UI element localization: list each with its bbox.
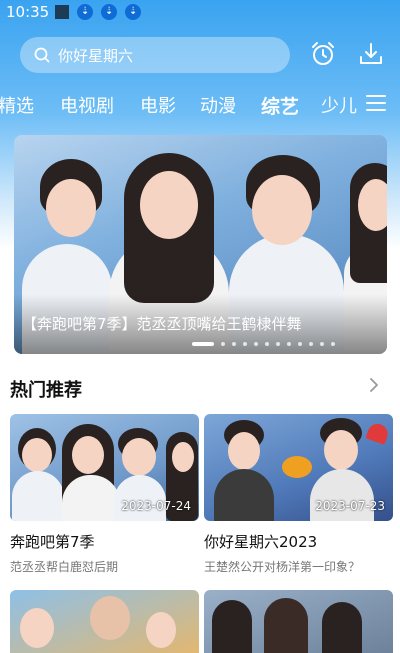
video-title: 你好星期六2023 bbox=[204, 533, 318, 551]
video-thumbnail[interactable] bbox=[10, 590, 199, 653]
video-subtitle: 范丞丞帮白鹿怼后期 bbox=[10, 560, 119, 574]
pagination-dot bbox=[298, 342, 302, 346]
video-thumbnail[interactable]: 2023-07-24 bbox=[10, 414, 199, 521]
video-subtitle: 王楚然公开对杨洋第一印象？ bbox=[204, 560, 361, 574]
video-card[interactable]: 2023-07-24 奔跑吧第7季 范丞丞帮白鹿怼后期 bbox=[10, 414, 199, 575]
pagination-dot bbox=[309, 342, 313, 346]
featured-banner[interactable]: 【奔跑吧第7季】范丞丞顶嘴给王鹤棣伴舞 bbox=[14, 135, 387, 354]
pagination-dot bbox=[243, 342, 247, 346]
download-notification-icon: ⇣ bbox=[125, 4, 142, 20]
pagination-dot bbox=[232, 342, 236, 346]
pagination-dot bbox=[192, 342, 214, 346]
pagination-dot bbox=[254, 342, 258, 346]
banner-image bbox=[252, 175, 312, 245]
download-icon[interactable] bbox=[357, 40, 385, 68]
video-thumbnail[interactable]: 2023-07-23 bbox=[204, 414, 393, 521]
banner-pagination bbox=[192, 342, 342, 346]
download-notification-icon: ⇣ bbox=[77, 4, 94, 20]
video-thumbnail[interactable] bbox=[204, 590, 393, 653]
tab-zongyi[interactable]: 综艺 bbox=[261, 92, 299, 119]
pagination-dot bbox=[287, 342, 291, 346]
video-title: 奔跑吧第7季 bbox=[10, 533, 95, 551]
menu-icon[interactable] bbox=[366, 95, 386, 113]
banner-image bbox=[46, 179, 96, 237]
search-icon bbox=[34, 47, 50, 63]
search-bar[interactable]: 你好星期六 bbox=[20, 37, 290, 73]
chevron-right-icon[interactable] bbox=[368, 377, 380, 393]
tab-dongman[interactable]: 动漫 bbox=[200, 92, 236, 118]
video-date: 2023-07-23 bbox=[315, 499, 385, 513]
video-date: 2023-07-24 bbox=[121, 499, 191, 513]
search-text: 你好星期六 bbox=[58, 46, 134, 65]
section-title: 热门推荐 bbox=[10, 380, 82, 401]
category-tabs: 精选 电视剧 电影 动漫 综艺 少儿 bbox=[0, 88, 400, 122]
tab-dianying[interactable]: 电影 bbox=[140, 92, 176, 118]
tab-shaoer[interactable]: 少儿 bbox=[321, 92, 357, 118]
download-notification-icon: ⇣ bbox=[101, 4, 118, 20]
banner-caption: 【奔跑吧第7季】范丞丞顶嘴给王鹤棣伴舞 bbox=[22, 315, 302, 333]
tab-jingxuan[interactable]: 精选 bbox=[0, 92, 34, 118]
status-time: 10:35 bbox=[6, 3, 50, 21]
app-notification-icon bbox=[55, 5, 70, 19]
banner-image bbox=[140, 171, 198, 239]
pagination-dot bbox=[331, 342, 335, 346]
pagination-dot bbox=[265, 342, 269, 346]
pagination-dot bbox=[221, 342, 225, 346]
pagination-dot bbox=[320, 342, 324, 346]
status-bar: 10:35 ⇣ ⇣ ⇣ bbox=[0, 0, 400, 24]
alarm-clock-icon[interactable] bbox=[309, 40, 337, 68]
video-card[interactable]: 2023-07-23 你好星期六2023 王楚然公开对杨洋第一印象？ bbox=[204, 414, 393, 575]
pagination-dot bbox=[276, 342, 280, 346]
banner-image bbox=[358, 179, 387, 231]
tab-dianshiju[interactable]: 电视剧 bbox=[60, 92, 114, 118]
